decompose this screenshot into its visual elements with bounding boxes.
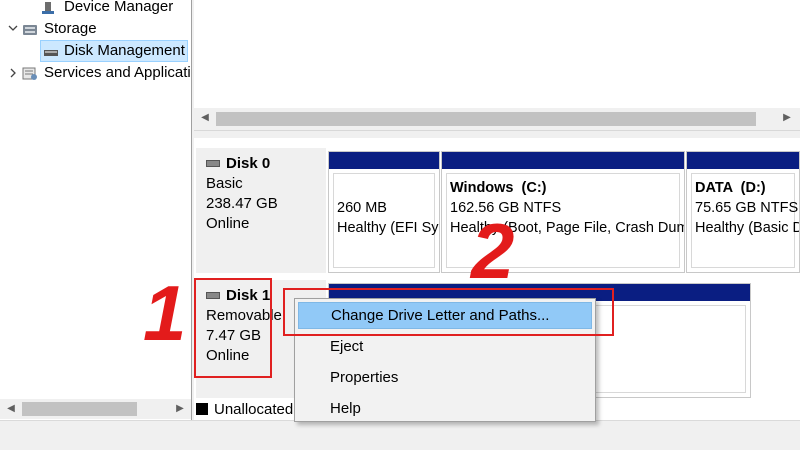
legend-unallocated: Unallocated (214, 401, 294, 418)
tree-item-device-manager[interactable]: Device Manager (0, 0, 191, 18)
annotation-step-2: 2 (471, 207, 515, 295)
disk-name: Disk 0 (226, 155, 271, 172)
disk-0-label[interactable]: Disk 0 Basic 238.47 GB Online (196, 148, 326, 273)
volume-list-pane (194, 0, 800, 108)
scroll-left-icon[interactable]: ◀ (196, 108, 214, 128)
disk-type: Basic (206, 175, 243, 192)
partition-status: Healthy (EFI System Partition) (337, 220, 439, 236)
partition-data-d[interactable]: DATA (D:) 75.65 GB NTFS Healthy (Basic D… (686, 151, 800, 273)
annotation-step-1: 1 (143, 269, 187, 357)
scrollbar-thumb[interactable] (22, 402, 137, 416)
partition-band (329, 152, 439, 169)
partition-title: Windows (C:) (450, 180, 547, 196)
disk-status: Online (206, 215, 250, 232)
annotation-box-disk-1 (194, 278, 272, 378)
unallocated-swatch (196, 403, 208, 415)
tree-item-services-applications[interactable]: Services and Applications (0, 62, 191, 84)
scroll-right-icon[interactable]: ▶ (171, 399, 189, 419)
scroll-right-icon[interactable]: ▶ (778, 108, 796, 128)
disk-icon (206, 159, 220, 167)
disk-management-icon (43, 44, 59, 58)
disk-size: 238.47 GB (206, 195, 278, 212)
partition-band (442, 152, 684, 169)
tree-horizontal-scrollbar[interactable]: ◀ ▶ (0, 399, 191, 419)
services-applications-icon (22, 66, 38, 80)
partition-size: 75.65 GB NTFS (695, 200, 799, 216)
device-manager-icon (40, 0, 56, 14)
annotation-box-menu-item (283, 288, 614, 336)
menu-item-help[interactable]: Help (298, 395, 592, 422)
partition-band (687, 152, 799, 169)
menu-item-properties[interactable]: Properties (298, 364, 592, 391)
tree-item-storage[interactable]: Storage (0, 18, 191, 40)
partition-title: DATA (D:) (695, 180, 766, 196)
tree-item-disk-management[interactable]: Disk Management (40, 40, 188, 62)
menu-item-eject[interactable]: Eject (298, 333, 592, 360)
partition-status: Healthy (Basic Data Partition) (695, 220, 799, 236)
chevron-right-icon[interactable] (6, 62, 20, 84)
console-tree: Device Manager Storage Disk Management S… (0, 0, 191, 420)
horizontal-pane-splitter[interactable] (194, 130, 800, 138)
status-bar (0, 420, 800, 450)
partition-size: 260 MB (337, 200, 387, 216)
tree-item-label: Storage (44, 20, 97, 37)
storage-icon (22, 22, 38, 36)
scrollbar-thumb[interactable] (216, 112, 756, 126)
chevron-down-icon[interactable] (6, 18, 20, 40)
partition-efi[interactable]: 260 MB Healthy (EFI System Partition) (328, 151, 440, 273)
volume-list-horizontal-scrollbar[interactable]: ◀ ▶ (194, 108, 800, 130)
tree-item-label: Device Manager (64, 0, 174, 15)
scroll-left-icon[interactable]: ◀ (2, 399, 20, 419)
tree-item-label: Disk Management (64, 42, 185, 59)
legend: Unallocated (196, 400, 293, 420)
tree-item-label: Services and Applications (44, 64, 191, 81)
